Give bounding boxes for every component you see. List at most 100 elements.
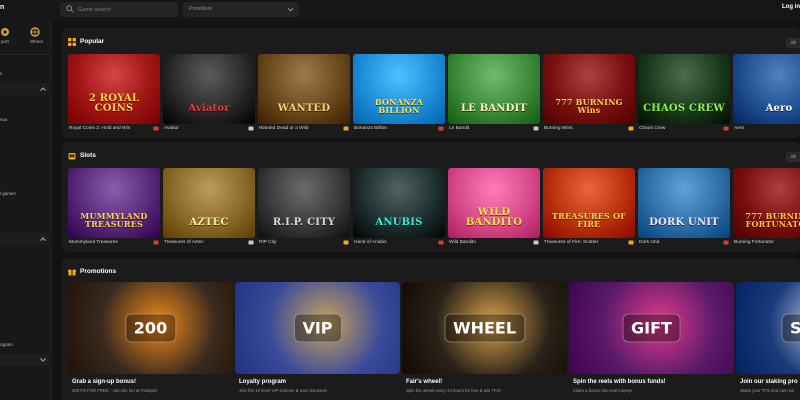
view-all-button[interactable]: All: [786, 152, 800, 162]
promotion-title[interactable]: Loyalty program: [239, 379, 286, 385]
game-thumbnail[interactable]: Aviator: [163, 54, 255, 124]
sidebar-section-header[interactable]: [0, 83, 50, 95]
game-thumbnail[interactable]: DORK UNIT: [638, 168, 730, 238]
game-art-title: WILD BANDITO: [465, 207, 523, 228]
promotion-title[interactable]: Fair's wheel!: [406, 379, 442, 385]
game-title[interactable]: Mummyland Treasures: [69, 240, 118, 245]
promotion-banner[interactable]: STAKE: [736, 282, 800, 374]
game-title[interactable]: Aero: [734, 126, 744, 131]
game-tile[interactable]: MUMMYLAND TREASURES Mummyland Treasures: [68, 168, 160, 247]
game-thumbnail[interactable]: Aero: [733, 54, 800, 124]
sidebar-item-games[interactable]: l games: [0, 191, 16, 196]
game-search-box[interactable]: [60, 2, 178, 17]
sidebar-section-header[interactable]: [0, 233, 50, 245]
sidebar-tab-sport[interactable]: port: [1, 39, 9, 44]
sidebar-section-header[interactable]: [0, 354, 50, 366]
promotion-card[interactable]: STAKE Join our staking pro Stake your TFS …: [736, 282, 800, 400]
game-thumbnail[interactable]: R.I.P. CITY: [258, 168, 350, 238]
game-title[interactable]: Treasures of Fire: Scatter: [544, 240, 598, 245]
sidebar-tab-wheel[interactable]: Wheel: [30, 39, 43, 44]
game-title[interactable]: Bonanza Billion: [354, 126, 387, 131]
game-thumbnail[interactable]: AZTEC: [163, 168, 255, 238]
game-thumbnail[interactable]: LE BANDIT: [448, 54, 540, 124]
game-tile[interactable]: AZTEC Treasures of Aztec: [163, 168, 255, 247]
game-art-title: 777 BURNING FORTUNATOR: [745, 211, 800, 229]
promotion-banner[interactable]: 200: [68, 282, 233, 374]
game-thumbnail[interactable]: 2 ROYAL COINS: [68, 54, 160, 124]
game-title[interactable]: Dork Unit: [639, 240, 659, 245]
game-tile[interactable]: TREASURES OF FIRE Treasures of Fire: Scat…: [543, 168, 635, 247]
game-tile[interactable]: DORK UNIT Dork Unit: [638, 168, 730, 247]
game-tile[interactable]: CHAOS CREW Chaos Crew: [638, 54, 730, 133]
login-button[interactable]: Log in: [782, 4, 800, 10]
game-art-title: CHAOS CREW: [643, 103, 725, 114]
sidebar-item-program[interactable]: ogram: [0, 342, 13, 347]
promotion-title[interactable]: Join our staking pro: [740, 379, 798, 385]
section-title: Promotions: [80, 268, 117, 275]
game-title[interactable]: Treasures of Aztec: [164, 240, 204, 245]
wheel-icon[interactable]: [30, 27, 40, 37]
game-title[interactable]: Le Bandit: [449, 126, 469, 131]
game-title[interactable]: Burning Wins: [544, 126, 573, 131]
provider-logo-icon: [343, 240, 349, 245]
promotion-art-label: 200: [124, 313, 177, 343]
game-tile[interactable]: BONANZA BILLION Bonanza Billion: [353, 54, 445, 133]
game-art-title: LE BANDIT: [460, 103, 528, 114]
game-tile[interactable]: Aviator Aviator: [163, 54, 255, 133]
game-title[interactable]: Wanted Dead or a Wild: [259, 126, 308, 131]
promotion-banner[interactable]: WHEEL: [402, 282, 567, 374]
brand-logo-fragment[interactable]: n: [0, 4, 4, 11]
slot-machine-icon: [68, 153, 76, 160]
game-art-title: ANUBIS: [375, 217, 423, 228]
promotion-card[interactable]: GIFT Spin the reels with bonus funds! Clai…: [569, 282, 734, 400]
game-thumbnail[interactable]: WILD BANDITO: [448, 168, 540, 238]
view-all-button[interactable]: All: [786, 38, 800, 48]
game-thumbnail[interactable]: ANUBIS: [353, 168, 445, 238]
game-carousel: 2 ROYAL COINS Royal Coins 2: Hold and Win…: [68, 54, 800, 134]
game-thumbnail[interactable]: CHAOS CREW: [638, 54, 730, 124]
game-tile[interactable]: R.I.P. CITY RIP City: [258, 168, 350, 247]
game-title[interactable]: Burning Fortunator: [734, 240, 774, 245]
game-thumbnail[interactable]: 777 BURNING FORTUNATOR: [733, 168, 800, 238]
sidebar-item-fragment[interactable]: s: [0, 71, 2, 76]
provider-logo-icon: [628, 240, 634, 245]
game-art-title: TREASURES OF FIRE: [551, 211, 627, 229]
sport-icon[interactable]: [0, 27, 10, 37]
promotion-banner[interactable]: GIFT: [569, 282, 734, 374]
game-title[interactable]: Hand of Anubis: [354, 240, 387, 245]
game-thumbnail[interactable]: 777 BURNING Wins: [543, 54, 635, 124]
provider-logo-icon: [343, 126, 349, 131]
promotion-art-label: GIFT: [622, 313, 681, 343]
game-thumbnail[interactable]: BONANZA BILLION: [353, 54, 445, 124]
game-tile[interactable]: WANTED Wanted Dead or a Wild: [258, 54, 350, 133]
game-title[interactable]: Aviator: [164, 126, 179, 131]
game-tile[interactable]: 2 ROYAL COINS Royal Coins 2: Hold and Win: [68, 54, 160, 133]
promotion-card[interactable]: WHEEL Fair's wheel! Spin the wheel every 2…: [402, 282, 567, 400]
game-tile[interactable]: 777 BURNING Wins Burning Wins: [543, 54, 635, 133]
game-thumbnail[interactable]: WANTED: [258, 54, 350, 124]
promotion-subtitle: 200 FS FOR FREE - Join the fun at Fairsp…: [72, 388, 158, 393]
search-input[interactable]: [78, 3, 174, 16]
sidebar-item-bonus[interactable]: nus: [0, 117, 7, 122]
game-title[interactable]: Chaos Crew: [639, 126, 665, 131]
sidebar: port Wheel s nus l games ogram: [0, 20, 52, 400]
game-title[interactable]: Wild Bandito: [449, 240, 476, 245]
game-thumbnail[interactable]: MUMMYLAND TREASURES: [68, 168, 160, 238]
game-title[interactable]: RIP City: [259, 240, 277, 245]
game-tile[interactable]: 777 BURNING FORTUNATOR Burning Fortunator: [733, 168, 800, 247]
providers-dropdown[interactable]: Providers: [183, 2, 299, 17]
promotion-card[interactable]: 200 Grab a sign-up bonus! 200 FS FOR FREE …: [68, 282, 233, 400]
promotion-card[interactable]: VIP Loyalty program Join the 10-level VIP …: [235, 282, 400, 400]
promotion-banner[interactable]: VIP: [235, 282, 400, 374]
promotion-title[interactable]: Grab a sign-up bonus!: [72, 379, 136, 385]
game-title[interactable]: Royal Coins 2: Hold and Win: [69, 126, 130, 131]
game-thumbnail[interactable]: TREASURES OF FIRE: [543, 168, 635, 238]
game-art-title: R.I.P. CITY: [272, 217, 336, 228]
provider-logo-icon: [628, 126, 634, 131]
game-tile[interactable]: Aero Aero: [733, 54, 800, 133]
game-tile[interactable]: LE BANDIT Le Bandit: [448, 54, 540, 133]
game-tile[interactable]: ANUBIS Hand of Anubis: [353, 168, 445, 247]
game-tile[interactable]: WILD BANDITO Wild Bandito: [448, 168, 540, 247]
provider-logo-icon: [153, 240, 159, 245]
promotion-title[interactable]: Spin the reels with bonus funds!: [573, 379, 666, 385]
